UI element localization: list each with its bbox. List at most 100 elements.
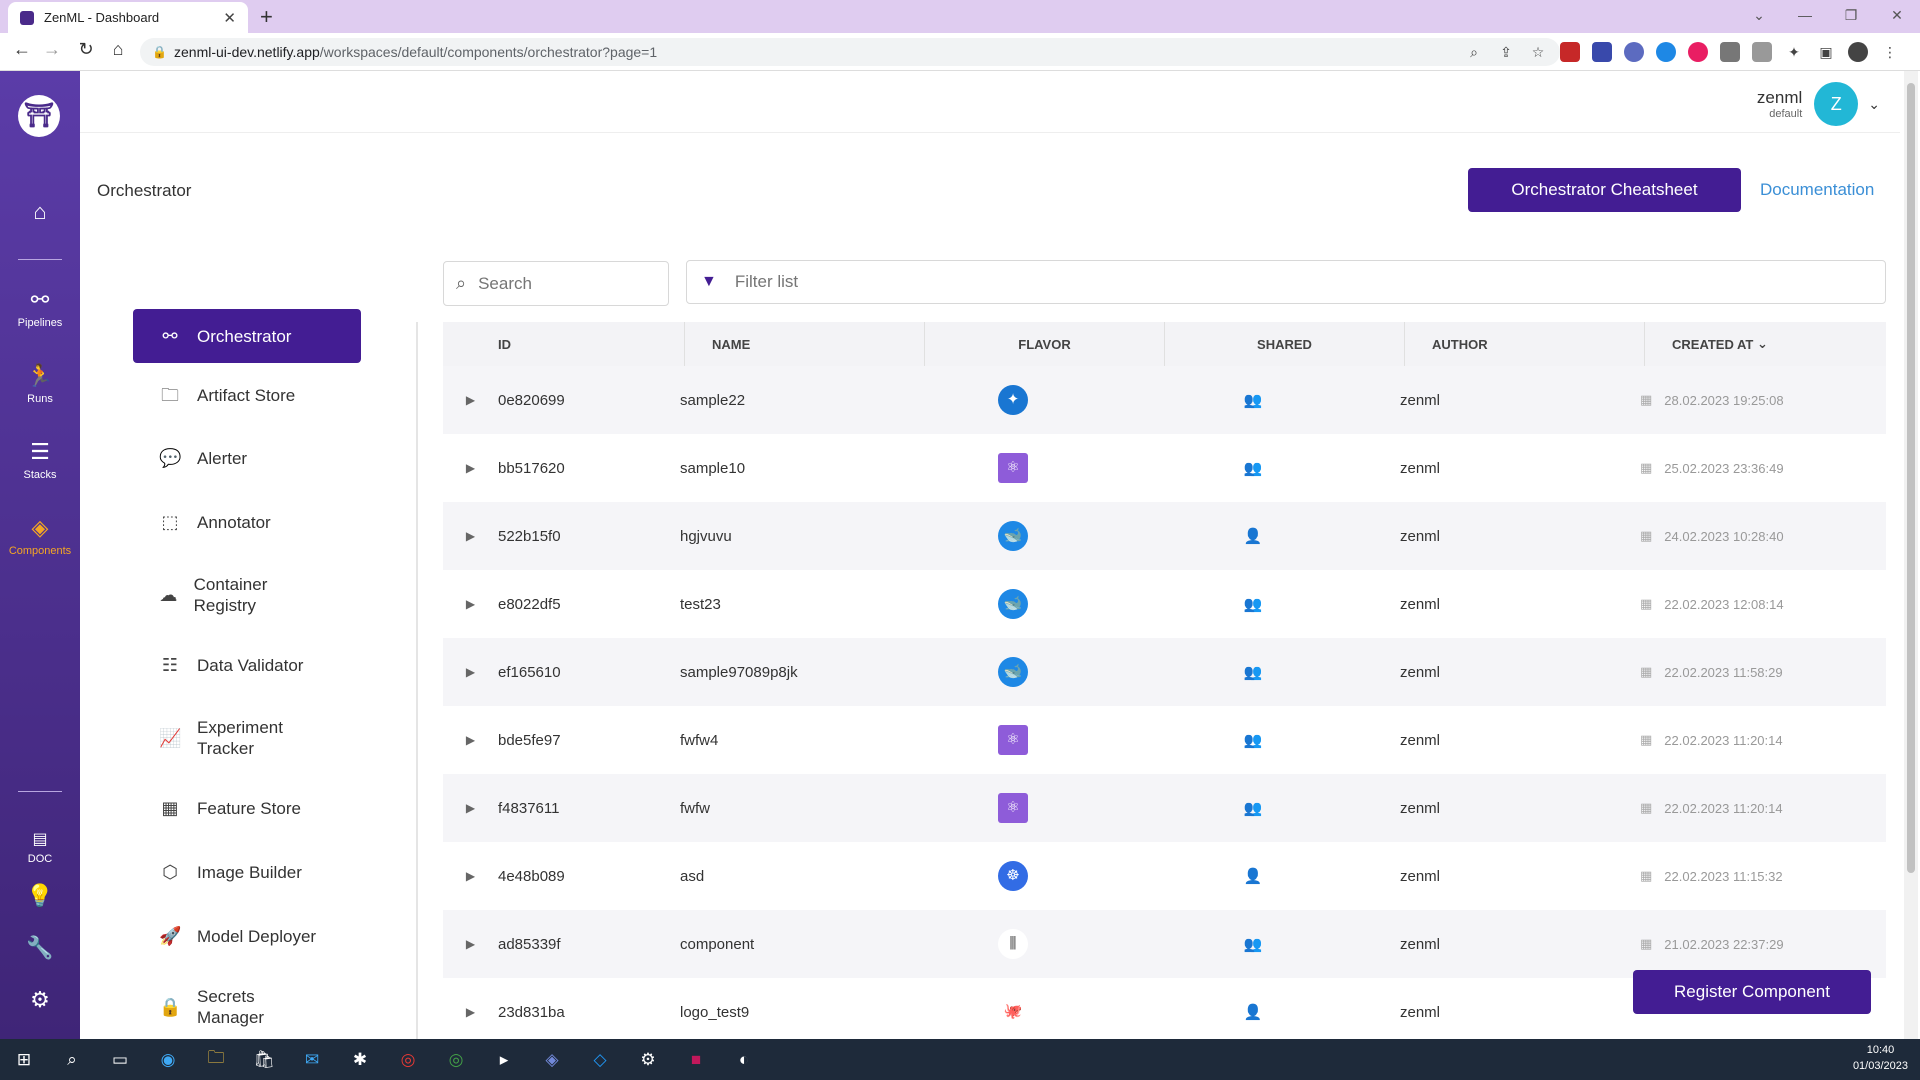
windows-start-icon[interactable]: ⊞ [0,1050,48,1070]
chrome-icon[interactable]: ◎ [432,1050,480,1070]
rail-pipelines[interactable]: ⚯ Pipelines [0,287,80,329]
user-menu[interactable]: zenml default Z ⌄ [1757,82,1880,126]
rail-stacks[interactable]: ☰ Stacks [0,439,80,481]
rail-tools[interactable]: 🔧 [0,935,80,965]
avatar[interactable]: Z [1814,82,1859,126]
extension-icon[interactable] [1752,42,1772,62]
app-icon[interactable]: ◐ [720,1050,768,1070]
subnav-item-data-validator[interactable]: ☷ Data Validator [133,643,361,687]
subnav-item-container-registry[interactable]: ☁ Container Registry [133,573,313,617]
table-row[interactable]: ▶ f4837611 fwfw ⚛ 👥 zenml ▦ 22.02.2023 11:20:14 [443,774,1886,842]
expand-caret-icon[interactable]: ▶ [443,869,498,883]
system-clock[interactable]: 10:40 01/03/2023 [1853,1042,1908,1074]
store-icon[interactable]: 🛍 [240,1050,288,1070]
column-header-name[interactable]: NAME [685,322,925,366]
kebab-menu-icon[interactable]: ⋮ [1880,42,1900,62]
subnav-item-annotator[interactable]: ⬚ Annotator [133,500,361,544]
close-tab-icon[interactable]: ✕ [223,9,236,27]
extension-icon[interactable] [1656,42,1676,62]
subnav-item-model-deployer[interactable]: 🚀 Model Deployer [133,914,361,958]
rail-components[interactable]: ◈ Components [0,515,80,557]
minimize-icon[interactable]: — [1782,0,1828,30]
zenml-logo-icon[interactable]: ⛩ [18,95,60,137]
column-header-id[interactable]: ID [443,322,685,366]
table-row[interactable]: ▶ 4e48b089 asd ☸ 👤 zenml ▦ 22.02.2023 11:15:32 [443,842,1886,910]
column-header-author[interactable]: AUTHOR [1405,322,1645,366]
table-row[interactable]: ▶ bde5fe97 fwfw4 ⚛ 👥 zenml ▦ 22.02.2023 11:20:1… [443,706,1886,774]
forward-icon[interactable]: → [40,39,64,60]
table-row[interactable]: ▶ bb517620 sample10 ⚛ 👥 zenml ▦ 25.02.2023 23:3… [443,434,1886,502]
subnav-item-artifact-store[interactable]: 🗀 Artifact Store [133,373,361,417]
extension-icon[interactable] [1624,42,1644,62]
rail-docs[interactable]: ▤ DOC [0,829,80,865]
steam-icon[interactable]: ⚙ [624,1050,672,1070]
mail-icon[interactable]: ✉ [288,1050,336,1070]
sidepanel-icon[interactable]: ▣ [1816,42,1836,62]
extension-icon[interactable] [1688,42,1708,62]
expand-caret-icon[interactable]: ▶ [443,801,498,815]
subnav-item-alerter[interactable]: 💬 Alerter [133,436,361,480]
expand-caret-icon[interactable]: ▶ [443,1005,498,1019]
expand-caret-icon[interactable]: ▶ [443,733,498,747]
search-input[interactable] [478,273,629,294]
rail-settings[interactable]: ⚙ [0,987,80,1017]
subnav-item-feature-store[interactable]: ▦ Feature Store [133,786,361,830]
table-row[interactable]: ▶ ad85339f component ⫼ 👥 zenml ▦ 21.02.2023 22:… [443,910,1886,978]
vscode-icon[interactable]: ◇ [576,1050,624,1070]
column-header-flavor[interactable]: FLAVOR [925,322,1165,366]
subnav-item-image-builder[interactable]: ⬡ Image Builder [133,850,361,894]
cheatsheet-button[interactable]: Orchestrator Cheatsheet [1468,168,1741,212]
new-tab-icon[interactable]: + [260,4,273,30]
bookmark-star-icon[interactable]: ☆ [1528,42,1548,62]
restore-icon[interactable]: ❐ [1828,0,1874,30]
profile-icon[interactable] [1848,42,1868,62]
filter-input[interactable] [734,272,1735,292]
chevron-down-icon[interactable]: ⌄ [1736,0,1782,30]
reload-icon[interactable]: ↻ [74,39,98,60]
terminal-icon[interactable]: ▸ [480,1050,528,1070]
documentation-link[interactable]: Documentation [1760,180,1874,200]
column-header-created-at[interactable]: CREATED AT ⌄ [1645,322,1886,366]
chrome-icon[interactable]: ◎ [384,1050,432,1070]
expand-caret-icon[interactable]: ▶ [443,461,498,475]
subnav-item-orchestrator[interactable]: ⚯ Orchestrator [133,309,361,363]
extension-icon[interactable] [1592,42,1612,62]
zoom-icon[interactable]: ⌕ [1464,42,1484,62]
task-view-icon[interactable]: ▭ [96,1050,144,1070]
table-row[interactable]: ▶ 0e820699 sample22 ✦ 👥 zenml ▦ 28.02.2023 19:2… [443,366,1886,434]
rail-home[interactable]: ⌂ [0,199,80,229]
subnav-item-experiment-tracker[interactable]: 📈 Experiment Tracker [133,716,313,760]
table-row[interactable]: ▶ 522b15f0 hgjvuvu 🐋 👤 zenml ▦ 24.02.2023 10:28… [443,502,1886,570]
purple-flavor-icon: ⚛ [998,725,1028,755]
table-row[interactable]: ▶ e8022df5 test23 🐋 👥 zenml ▦ 22.02.2023 12:08:… [443,570,1886,638]
expand-caret-icon[interactable]: ▶ [443,597,498,611]
column-header-shared[interactable]: SHARED [1165,322,1405,366]
back-icon[interactable]: ← [10,39,34,60]
app-icon[interactable]: ■ [672,1050,720,1070]
home-icon[interactable]: ⌂ [106,39,130,60]
scrollbar[interactable] [1904,71,1918,1039]
extension-icon[interactable] [1560,42,1580,62]
expand-caret-icon[interactable]: ▶ [443,393,498,407]
url-field[interactable]: 🔒 zenml-ui-dev.netlify.app/workspaces/de… [140,38,1560,66]
expand-caret-icon[interactable]: ▶ [443,937,498,951]
chevron-down-icon[interactable]: ⌄ [1868,96,1880,113]
table-row[interactable]: ▶ ef165610 sample97089p8jk 🐋 👥 zenml ▦ 22.02.20… [443,638,1886,706]
close-window-icon[interactable]: ✕ [1874,0,1920,30]
search-icon[interactable]: ⌕ [48,1050,96,1070]
browser-tab[interactable]: ZenML - Dashboard ✕ [8,2,248,33]
subnav-item-secrets-manager[interactable]: 🔒 Secrets Manager [133,985,313,1029]
share-icon[interactable]: ⇪ [1496,42,1516,62]
expand-caret-icon[interactable]: ▶ [443,529,498,543]
extension-icon[interactable] [1720,42,1740,62]
expand-caret-icon[interactable]: ▶ [443,665,498,679]
puzzle-icon[interactable]: ✦ [1784,42,1804,62]
slack-icon[interactable]: ✱ [336,1050,384,1070]
rail-runs[interactable]: 🏃 Runs [0,363,80,405]
scrollbar-thumb[interactable] [1907,83,1915,873]
edge-icon[interactable]: ◉ [144,1050,192,1070]
register-component-button[interactable]: Register Component [1633,970,1871,1014]
rail-ideas[interactable]: 💡 [0,883,80,913]
file-explorer-icon[interactable]: 🗀 [192,1045,240,1074]
discord-icon[interactable]: ◈ [528,1050,576,1070]
